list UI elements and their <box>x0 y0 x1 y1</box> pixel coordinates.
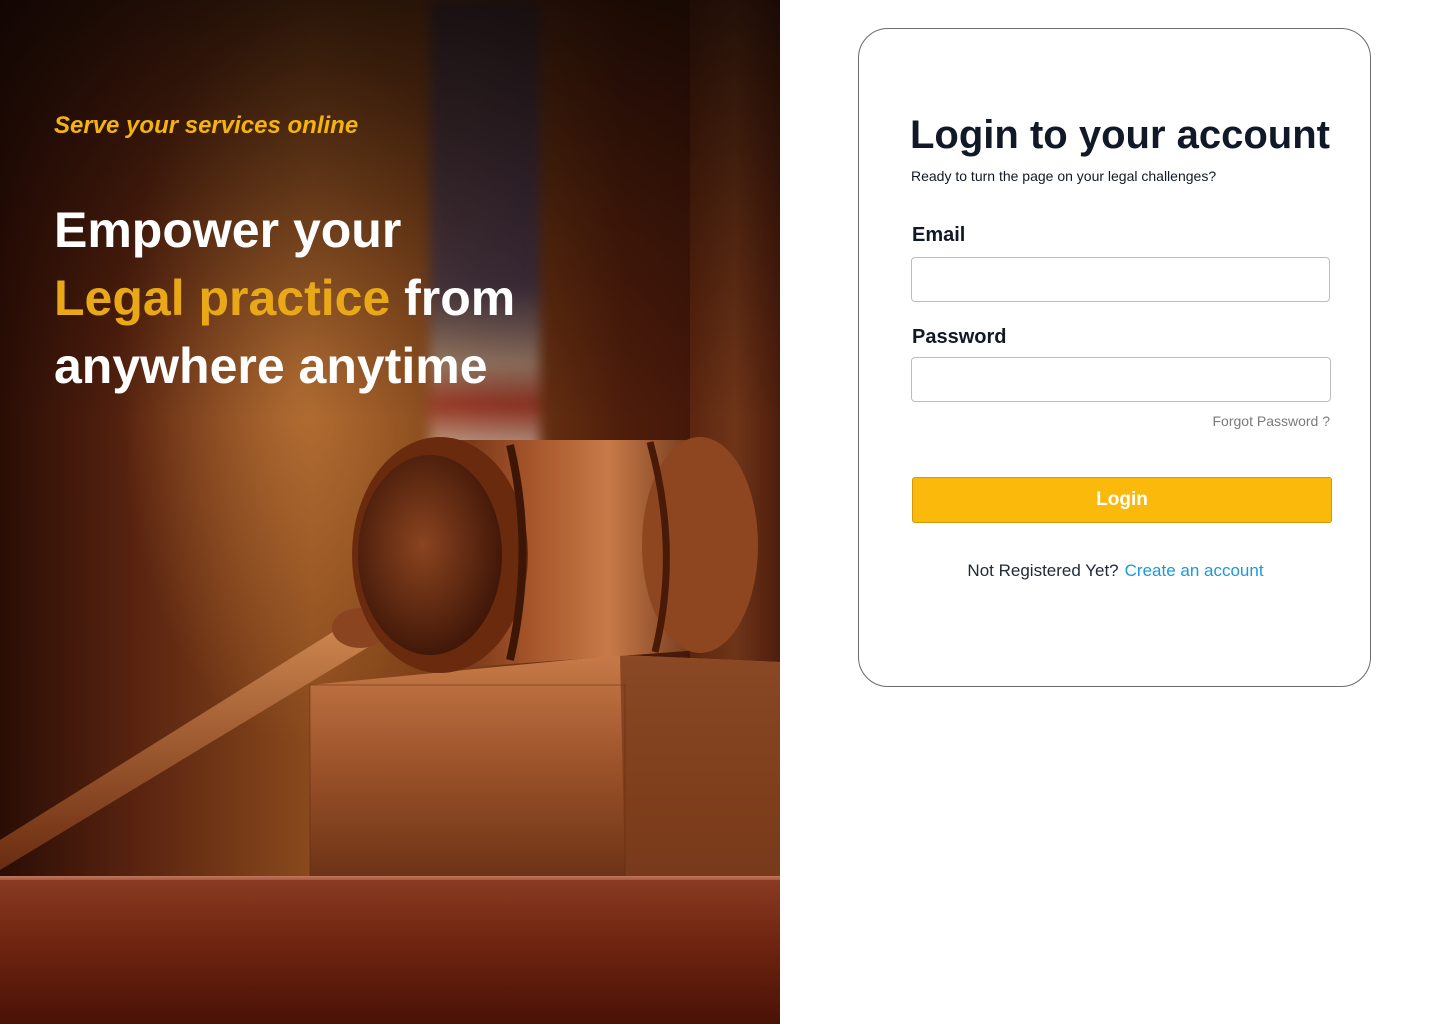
headline-line-1: Empower your <box>54 202 402 258</box>
password-field[interactable] <box>911 357 1331 402</box>
login-card: Login to your account Ready to turn the … <box>858 28 1371 687</box>
email-label: Email <box>912 224 966 246</box>
register-prompt: Not Registered Yet? Create an account <box>859 561 1372 581</box>
hero-tagline: Serve your services online <box>54 112 359 139</box>
password-label: Password <box>912 326 1007 348</box>
login-button[interactable]: Login <box>912 477 1332 523</box>
headline-accent: Legal practice <box>54 270 391 326</box>
email-field[interactable] <box>911 257 1330 302</box>
hero-headline: Empower your Legal practice from anywher… <box>54 196 674 400</box>
headline-after-accent: from <box>390 270 516 326</box>
not-registered-text: Not Registered Yet? <box>967 561 1119 580</box>
create-account-link[interactable]: Create an account <box>1125 561 1264 580</box>
headline-line-3: anywhere anytime <box>54 338 488 394</box>
login-subtitle: Ready to turn the page on your legal cha… <box>911 168 1217 184</box>
forgot-password-link[interactable]: Forgot Password ? <box>1213 413 1331 429</box>
login-title: Login to your account <box>910 113 1330 157</box>
desk-surface <box>0 880 780 1024</box>
hero-panel: Serve your services online Empower your … <box>0 0 780 1024</box>
